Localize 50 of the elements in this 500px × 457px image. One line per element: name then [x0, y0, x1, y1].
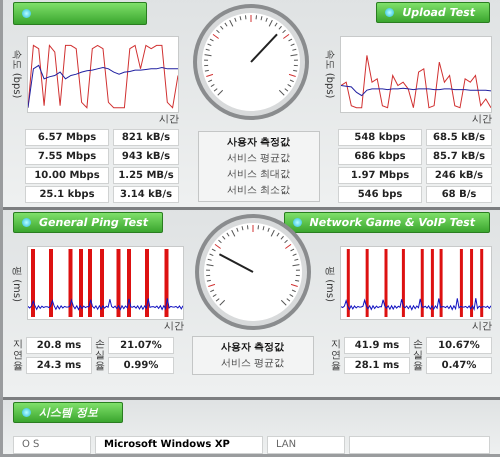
value-cell: 41.9 ms	[344, 337, 410, 354]
value-cell: 686 kbps	[338, 148, 422, 165]
axis-label: 시간	[159, 114, 179, 125]
axis-label: 시간	[472, 114, 492, 125]
loss-label: 손실율	[95, 339, 105, 372]
row-label: 서비스 평균값	[226, 152, 290, 164]
axis-label: 시간	[472, 321, 492, 332]
value-cell: 68.5 kB/s	[426, 129, 492, 146]
table-cell: Microsoft Windows XP	[95, 436, 263, 454]
value-cell: 943 kB/s	[113, 148, 179, 165]
value-cell: 10.00 Mbps	[25, 167, 109, 184]
axis-label: 핑 (ms)	[10, 266, 23, 302]
latency-label: 지연율	[13, 339, 23, 372]
value-cell: 246 kB/s	[426, 167, 492, 184]
row-label: 서비스 최대값	[226, 168, 290, 180]
value-cell: 28.1 ms	[344, 357, 410, 374]
row-label: 서비스 최소값	[226, 184, 290, 196]
value-cell: 6.57 Mbps	[25, 129, 109, 146]
axis-label: 핑 (ms)	[323, 266, 336, 302]
value-cell: 85.7 kB/s	[426, 148, 492, 165]
table-cell: O S	[13, 436, 91, 454]
value-cell: 0.99%	[108, 357, 174, 374]
value-cell: 546 bps	[338, 186, 422, 203]
row-label: 서비스 평균값	[220, 357, 284, 370]
value-cell: 68 B/s	[426, 186, 492, 203]
loss-label: 손실율	[413, 339, 423, 372]
value-cell: 21.07%	[108, 337, 174, 354]
axis-label: 속도 (bps)	[323, 49, 336, 98]
value-cell: 1.97 Mbps	[338, 167, 422, 184]
axis-label: 속도 (bps)	[10, 49, 23, 98]
table-cell: LAN	[267, 436, 345, 454]
row-label: 사용자 측정값	[220, 341, 284, 354]
game-voip-test-button[interactable]: Network Game & VoIP Test	[284, 212, 490, 233]
value-cell: 821 kB/s	[113, 129, 179, 146]
value-cell: 3.14 kB/s	[113, 186, 179, 203]
test-tab[interactable]	[13, 2, 147, 25]
value-cell: 548 kbps	[338, 129, 422, 146]
upload-test-button[interactable]: Upload Test	[376, 2, 490, 23]
value-cell: 10.67%	[426, 337, 492, 354]
latency-label: 지연율	[331, 339, 341, 372]
system-info-button[interactable]: 시스템 정보	[13, 402, 123, 423]
value-cell: 25.1 kbps	[25, 186, 109, 203]
value-cell: 20.8 ms	[26, 337, 92, 354]
value-cell: 24.3 ms	[26, 357, 92, 374]
axis-label: 시간	[164, 321, 184, 332]
ping-test-button[interactable]: General Ping Test	[13, 212, 163, 233]
value-cell: 0.47%	[426, 357, 492, 374]
row-label: 사용자 측정값	[226, 136, 290, 148]
value-cell: 7.55 Mbps	[25, 148, 109, 165]
value-cell: 1.25 MB/s	[113, 167, 179, 184]
